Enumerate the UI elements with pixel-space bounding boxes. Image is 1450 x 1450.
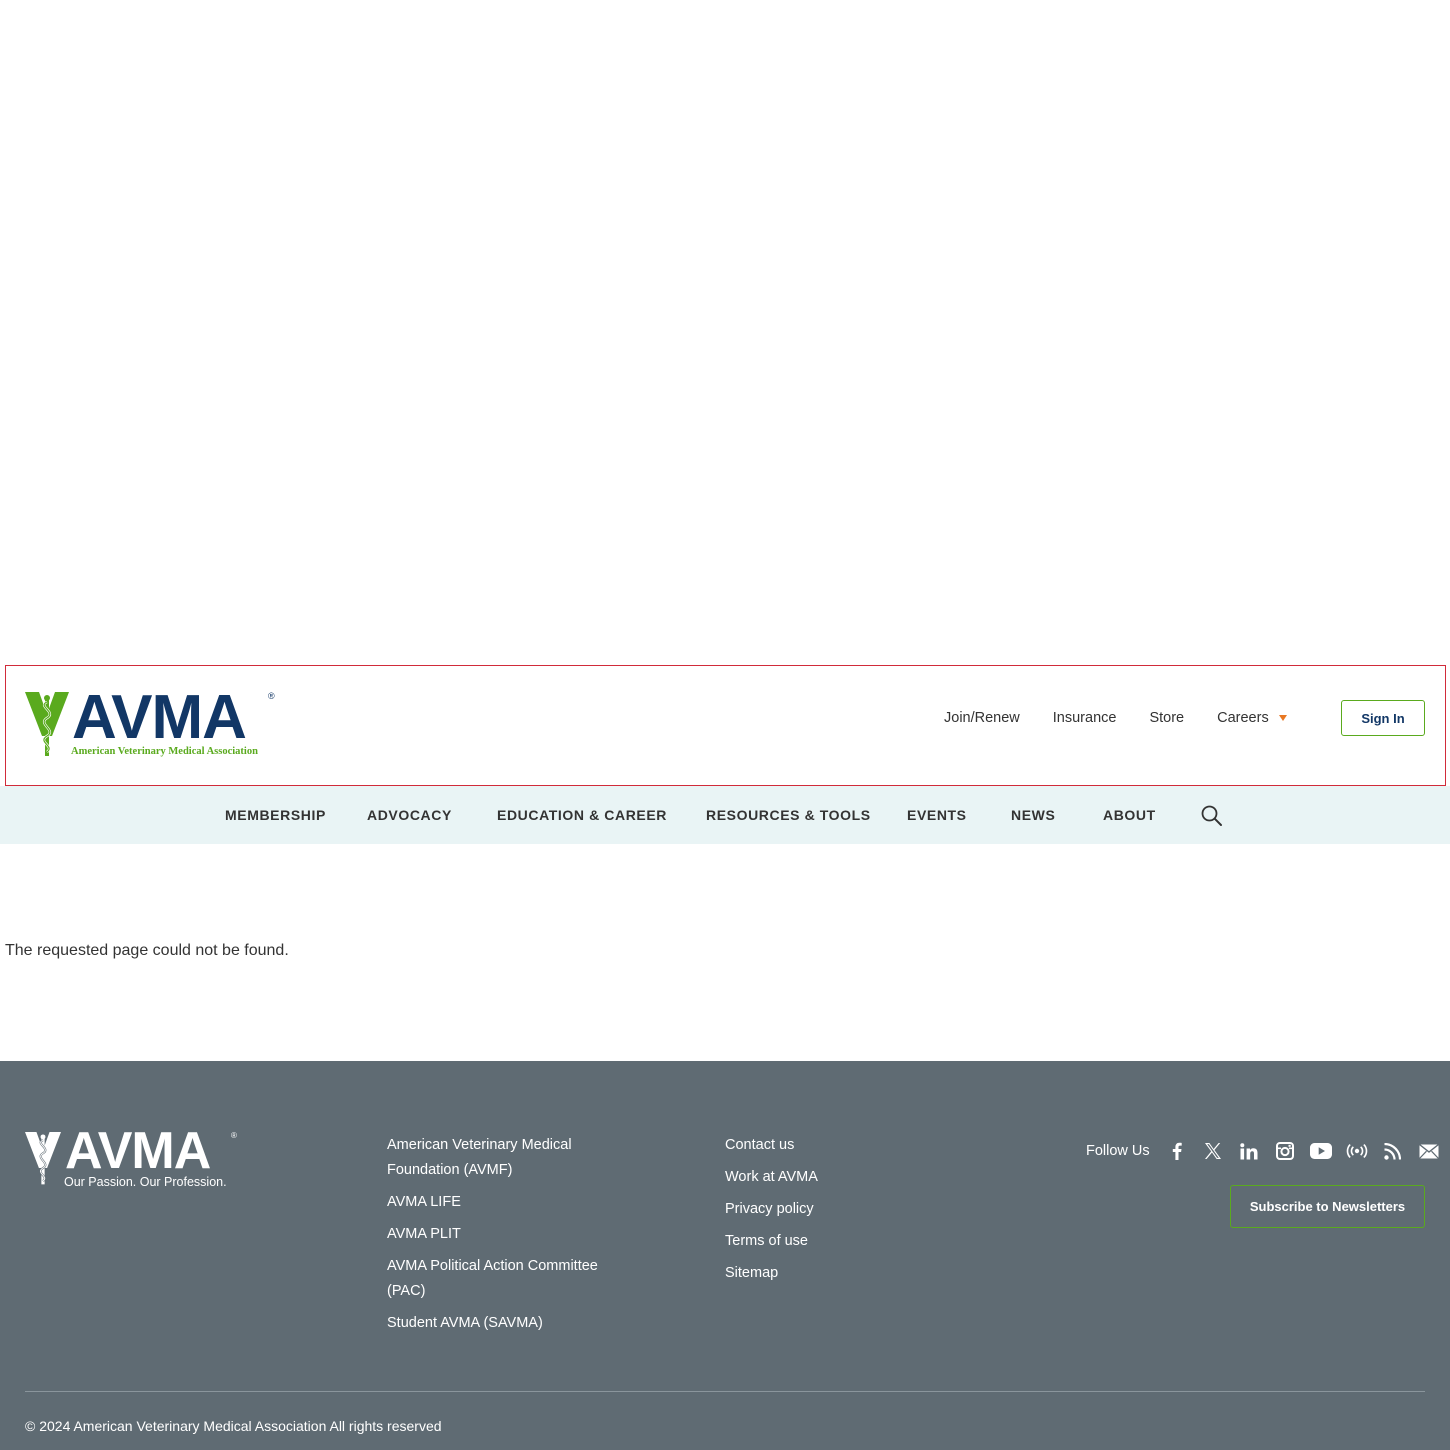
blank-area: [0, 0, 1450, 665]
nav-item-resources-tools[interactable]: RESOURCES & TOOLS: [706, 807, 871, 823]
logo-wordmark: AVMA: [72, 683, 247, 752]
footer-link-contact[interactable]: Contact us: [725, 1133, 925, 1158]
footer-link-avma-plit[interactable]: AVMA PLIT: [387, 1222, 617, 1247]
instagram-icon[interactable]: [1274, 1141, 1296, 1161]
main-nav: MEMBERSHIP ADVOCACY EDUCATION & CAREER R…: [0, 786, 1450, 844]
nav-item-events[interactable]: EVENTS: [907, 807, 967, 823]
caduceus-v-icon: [25, 692, 69, 756]
footer-logo-tagline: Our Passion. Our Profession.: [64, 1175, 227, 1189]
footer-link-work-at-avma[interactable]: Work at AVMA: [725, 1165, 925, 1190]
nav-item-about[interactable]: ABOUT: [1103, 807, 1156, 823]
logo-registered-mark: ®: [268, 691, 275, 701]
follow-us-label: Follow Us: [1086, 1143, 1150, 1159]
x-icon[interactable]: [1202, 1141, 1224, 1161]
careers-label: Careers: [1217, 710, 1269, 726]
utility-link-join-renew[interactable]: Join/Renew: [944, 710, 1020, 726]
footer-caduceus-v-icon: [25, 1132, 61, 1185]
sign-in-button[interactable]: Sign In: [1341, 700, 1425, 736]
email-icon[interactable]: [1418, 1141, 1440, 1161]
footer-logo-wordmark: AVMA: [65, 1122, 211, 1180]
rss-icon[interactable]: [1382, 1141, 1404, 1161]
logo-subtitle: American Veterinary Medical Association: [71, 746, 258, 757]
utility-link-insurance[interactable]: Insurance: [1053, 710, 1117, 726]
facebook-icon[interactable]: [1166, 1141, 1188, 1161]
avma-logo[interactable]: AVMA ® American Veterinary Medical Assoc…: [25, 687, 280, 759]
site-footer: AVMA ® Our Passion. Our Profession. Amer…: [0, 1061, 1450, 1450]
footer-link-terms[interactable]: Terms of use: [725, 1229, 925, 1254]
footer-links-affiliates: American Veterinary Medical Foundation (…: [387, 1133, 617, 1343]
search-icon[interactable]: [1200, 804, 1224, 828]
footer-logo-registered-mark: ®: [231, 1131, 237, 1140]
footer-links-info: Contact us Work at AVMA Privacy policy T…: [725, 1133, 925, 1293]
footer-avma-logo[interactable]: AVMA ® Our Passion. Our Profession.: [25, 1125, 240, 1191]
linkedin-icon[interactable]: [1238, 1141, 1260, 1161]
utility-link-careers[interactable]: Careers: [1217, 710, 1287, 726]
footer-link-privacy[interactable]: Privacy policy: [725, 1197, 925, 1222]
footer-divider: [25, 1391, 1425, 1392]
caret-down-icon: [1278, 715, 1287, 721]
footer-link-savma[interactable]: Student AVMA (SAVMA): [387, 1311, 617, 1336]
copyright-text: © 2024 American Veterinary Medical Assoc…: [25, 1418, 442, 1434]
utility-link-store[interactable]: Store: [1149, 710, 1184, 726]
nav-item-education-career[interactable]: EDUCATION & CAREER: [497, 807, 667, 823]
footer-link-avmf[interactable]: American Veterinary Medical Foundation (…: [387, 1133, 617, 1183]
youtube-icon[interactable]: [1309, 1141, 1332, 1161]
nav-item-membership[interactable]: MEMBERSHIP: [225, 807, 326, 823]
subscribe-newsletters-button[interactable]: Subscribe to Newsletters: [1230, 1185, 1425, 1228]
footer-link-sitemap[interactable]: Sitemap: [725, 1261, 925, 1286]
nav-item-advocacy[interactable]: ADVOCACY: [367, 807, 452, 823]
footer-link-avma-pac[interactable]: AVMA Political Action Committee (PAC): [387, 1254, 617, 1304]
nav-item-news[interactable]: NEWS: [1011, 807, 1055, 823]
footer-link-avma-life[interactable]: AVMA LIFE: [387, 1190, 617, 1215]
site-header: AVMA ® American Veterinary Medical Assoc…: [5, 665, 1446, 786]
podcast-icon[interactable]: [1346, 1141, 1368, 1161]
utility-nav: Join/Renew Insurance Store Careers: [944, 710, 1287, 726]
follow-us: Follow Us: [1086, 1141, 1440, 1161]
not-found-message: The requested page could not be found.: [5, 942, 289, 959]
